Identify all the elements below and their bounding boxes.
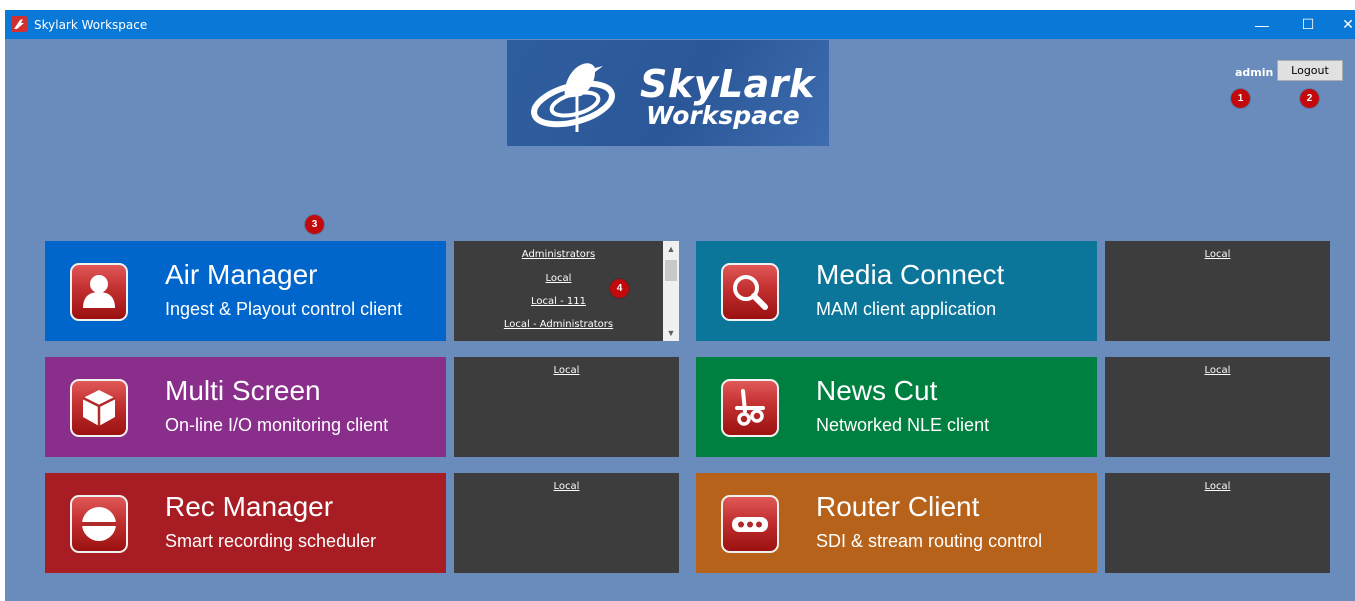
profile-scrollbar[interactable]: ▲ ▼: [663, 241, 679, 341]
app-tile-router-client[interactable]: Router Client SDI & stream routing contr…: [696, 473, 1097, 573]
app-window: Skylark Workspace — ☐ ✕ SkyLark Workspac…: [5, 10, 1355, 601]
profile-link-local[interactable]: Local: [454, 273, 663, 284]
app-title: News Cut: [816, 375, 938, 406]
profile-list-media-connect: Local: [1105, 241, 1330, 341]
profile-link-local-administrators[interactable]: Local - Administrators: [454, 319, 663, 330]
scissors-icon: [721, 379, 779, 437]
annotation-marker-3: 3: [305, 215, 324, 234]
skylark-app-icon: [11, 16, 27, 32]
profile-list-news-cut: Local: [1105, 357, 1330, 457]
app-subtitle: SDI & stream routing control: [816, 531, 1043, 551]
app-tile-air-manager[interactable]: Air Manager Ingest & Playout control cli…: [45, 241, 446, 341]
profile-link-local[interactable]: Local: [1105, 481, 1330, 492]
app-title: Router Client: [816, 491, 980, 522]
profile-list-rec-manager: Local: [454, 473, 679, 573]
app-tile-rec-manager[interactable]: Rec Manager Smart recording scheduler: [45, 473, 446, 573]
title-bar: Skylark Workspace — ☐ ✕: [5, 10, 1355, 39]
app-subtitle: Ingest & Playout control client: [165, 299, 403, 319]
profile-list-router-client: Local: [1105, 473, 1330, 573]
window-title: Skylark Workspace: [34, 18, 148, 32]
app-title: Rec Manager: [165, 491, 334, 522]
record-icon: [70, 495, 128, 553]
app-subtitle: Smart recording scheduler: [165, 531, 377, 551]
app-subtitle: On-line I/O monitoring client: [165, 415, 389, 435]
app-tile-multi-screen[interactable]: Multi Screen On-line I/O monitoring clie…: [45, 357, 446, 457]
app-title: Air Manager: [165, 259, 318, 290]
scroll-up-icon[interactable]: ▲: [663, 241, 679, 257]
annotation-marker-1: 1: [1231, 89, 1250, 108]
profile-link-local-111[interactable]: Local - 111: [454, 296, 663, 307]
app-title: Multi Screen: [165, 375, 321, 406]
cube-icon: [70, 379, 128, 437]
minimize-button[interactable]: —: [1239, 10, 1285, 39]
user-icon: [70, 263, 128, 321]
app-subtitle: Networked NLE client: [816, 415, 990, 435]
app-title: Media Connect: [816, 259, 1005, 290]
skylark-bird-icon: [531, 63, 615, 132]
profile-link-local[interactable]: Local: [454, 481, 679, 492]
scroll-thumb[interactable]: [665, 260, 677, 281]
profile-list-air-manager: Administrators Local Local - 111 Local -…: [454, 241, 679, 341]
ellipsis-icon: [721, 495, 779, 553]
logout-button[interactable]: Logout: [1277, 60, 1343, 81]
app-subtitle: MAM client application: [816, 299, 997, 319]
profile-link-local[interactable]: Local: [454, 365, 679, 376]
profile-link-local[interactable]: Local: [1105, 249, 1330, 260]
profile-link-administrators[interactable]: Administrators: [454, 249, 663, 260]
scroll-down-icon[interactable]: ▼: [663, 325, 679, 341]
close-button[interactable]: ✕: [1325, 10, 1355, 39]
profile-list-multi-screen: Local: [454, 357, 679, 457]
app-tile-news-cut[interactable]: News Cut Networked NLE client: [696, 357, 1097, 457]
annotation-marker-4: 4: [610, 279, 629, 298]
app-tile-media-connect[interactable]: Media Connect MAM client application: [696, 241, 1097, 341]
magnifier-icon: [721, 263, 779, 321]
annotation-marker-2: 2: [1300, 89, 1319, 108]
username-label: admin: [1235, 66, 1274, 79]
logo-title: SkyLark: [640, 62, 815, 106]
logo-subtitle: Workspace: [646, 101, 800, 130]
profile-link-local[interactable]: Local: [1105, 365, 1330, 376]
skylark-logo: SkyLark Workspace: [507, 40, 829, 146]
